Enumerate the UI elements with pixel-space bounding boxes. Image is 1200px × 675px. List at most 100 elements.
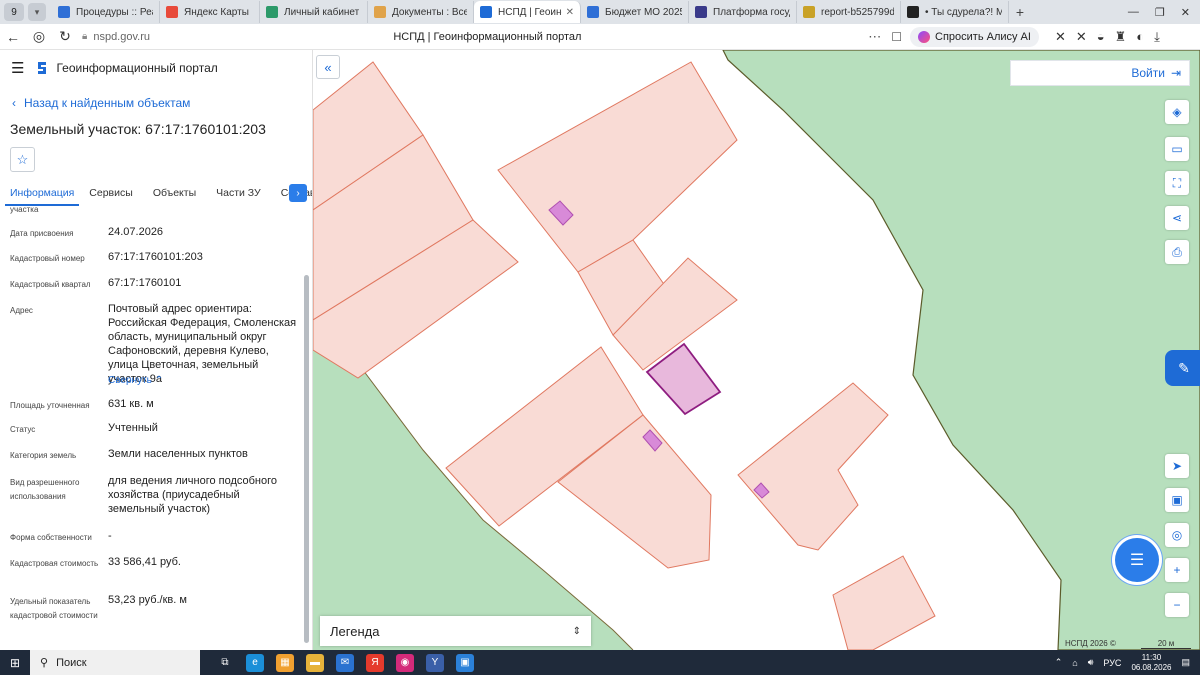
browser-tab[interactable]: Платформа государс (689, 1, 797, 23)
back-arrow-icon[interactable]: ← (0, 29, 26, 45)
property-label: Удельный показатель кадастровой стоимост… (10, 597, 98, 620)
star-icon: ☆ (16, 151, 29, 167)
url-field[interactable]: 🔒︎ nspd.gov.ru НСПД | Геоинформационный … (82, 27, 902, 47)
panel-scrollbar[interactable] (304, 275, 309, 643)
scale-bar: 20 м (1141, 639, 1191, 649)
back-to-results-link[interactable]: ‹ Назад к найденным объектам (12, 96, 190, 110)
tab-favicon-icon (587, 6, 599, 18)
favorite-button[interactable]: ☆ (10, 147, 35, 172)
share-button[interactable]: ⋖ (1165, 206, 1189, 230)
property-label: Дата присвоения (10, 229, 74, 238)
object-title: Земельный участок: 67:17:1760101:203 (10, 121, 266, 137)
tab-objects[interactable]: Объекты (143, 182, 206, 206)
menu-icon[interactable]: ☰ (11, 59, 24, 77)
tab-list-chevron-icon[interactable]: ▾ (28, 3, 46, 21)
maximize-icon[interactable]: ❐ (1155, 6, 1165, 19)
tab-count-badge[interactable]: 9 (4, 3, 24, 21)
search-icon: ⚲ (40, 657, 49, 669)
print-button[interactable]: ⎙ (1165, 240, 1189, 264)
alice-icon (918, 30, 930, 43)
extension-icon[interactable]: ◒ (1097, 29, 1105, 45)
tab-favicon-icon (480, 6, 492, 18)
new-tab-button[interactable]: + (1009, 4, 1031, 20)
yandex-protect-icon[interactable]: ◎ (26, 28, 52, 45)
yandex-icon[interactable]: Я (366, 653, 384, 672)
edge-icon[interactable]: e (246, 653, 264, 672)
windows-start-icon[interactable]: ⊞ (0, 656, 30, 670)
collapse-panel-button[interactable]: « (316, 55, 340, 79)
task-view-icon[interactable]: ⧉ (216, 654, 234, 672)
tabs-next-button[interactable]: › (289, 184, 307, 202)
cadastral-map[interactable]: « Войти ⇥ ◈ ▭ ⛶ ⋖ ⎙ ✎ ➤ ▣ ◎ ☰ + − Легенд… (313, 50, 1200, 650)
zoom-out-button[interactable]: − (1165, 593, 1189, 617)
parcel (737, 382, 889, 551)
volume-icon[interactable]: 🔊︎ (1088, 657, 1094, 668)
layers-button[interactable]: ◈ (1165, 100, 1189, 124)
extension-icon[interactable]: ✕ (1076, 29, 1087, 45)
yandex-browser-icon[interactable]: Y (426, 653, 444, 672)
browser-tab[interactable]: Яндекс Карты (160, 1, 260, 23)
pin-icon: ◎ (1171, 528, 1183, 542)
legend-dropdown[interactable]: Легенда ⇕ (320, 616, 591, 646)
clock-date: 06.08.2026 (1131, 662, 1172, 672)
measure-button[interactable]: ▭ (1165, 137, 1189, 161)
property-value: 53,23 руб./кв. м (108, 594, 187, 606)
clock-time: 11:30 (1141, 652, 1162, 662)
collapse-link[interactable]: Свернуть ⌃ (108, 373, 298, 388)
properties-list: участка Дата присвоения 24.07.2026 Кадас… (0, 205, 300, 645)
clock[interactable]: 11:30 06.08.2026 (1131, 653, 1171, 673)
minimap-button[interactable]: ▣ (1165, 488, 1189, 512)
chat-button[interactable]: ☰ (1115, 538, 1159, 582)
browser-tab[interactable]: • Ты сдурела?! Мне н (901, 1, 1009, 23)
close-tab-icon[interactable]: ✕ (566, 7, 574, 18)
extension-icon[interactable]: ◐ (1136, 29, 1144, 45)
print-icon: ⎙ (1172, 244, 1182, 259)
tab-parts[interactable]: Части ЗУ (206, 182, 271, 206)
app-window-icon[interactable]: ▣ (456, 653, 474, 672)
tab-title: Бюджет МО 2025г 24 (605, 6, 682, 18)
mail-icon[interactable]: ✉ (336, 653, 354, 672)
chat-icon: ☰ (1129, 552, 1145, 569)
app-icon[interactable]: ◉ (396, 653, 414, 672)
feedback-icon: ✎ (1178, 359, 1190, 376)
property-label: Адрес (10, 306, 33, 315)
extension-icon[interactable]: ✕ (1055, 29, 1066, 45)
login-button[interactable]: Войти ⇥ (1010, 60, 1190, 86)
browser-tab[interactable]: Документы : Все док (368, 1, 474, 23)
notifications-icon[interactable]: ▤ (1181, 657, 1190, 668)
network-icon[interactable]: ⌂ (1072, 658, 1077, 668)
parcel (497, 61, 738, 273)
browser-tab[interactable]: Процедуры :: Реализ (52, 1, 160, 23)
alice-ai-button[interactable]: Спросить Алису AI (910, 26, 1039, 47)
double-chevron-left-icon: « (324, 59, 332, 75)
taskbar-search[interactable]: ⚲ Поиск (30, 650, 200, 675)
downloads-icon[interactable]: ⤓ (1154, 29, 1160, 45)
map-canvas[interactable] (313, 50, 1200, 650)
more-icon[interactable]: ⋯ (868, 29, 881, 45)
locate-button[interactable]: ➤ (1165, 454, 1189, 478)
extension-icon[interactable]: ♜ (1115, 29, 1127, 45)
zoom-in-button[interactable]: + (1165, 558, 1189, 582)
browser-tab[interactable]: report-b525799d-bf5 (797, 1, 901, 23)
browser-tab[interactable]: НСПД | Геоинформ ✕ (474, 1, 581, 23)
url-text[interactable]: nspd.gov.ru (93, 31, 393, 43)
tray-chevron-icon[interactable]: ⌃ (1055, 657, 1063, 668)
store-icon[interactable]: ▦ (276, 653, 294, 672)
property-label: участка (10, 205, 39, 214)
bookmark-icon[interactable]: ☐ (891, 30, 902, 44)
select-area-button[interactable]: ⛶ (1165, 171, 1189, 195)
reload-icon[interactable]: ↻ (52, 28, 78, 45)
browser-tab[interactable]: Личный кабинет (260, 1, 368, 23)
minimize-icon[interactable]: — (1128, 6, 1139, 19)
language-indicator[interactable]: РУС (1103, 658, 1121, 668)
tab-title: • Ты сдурела?! Мне н (925, 6, 1002, 18)
browser-tab[interactable]: Бюджет МО 2025г 24 (581, 1, 689, 23)
property-value: для ведения личного подсобного хозяйства… (108, 475, 278, 515)
explorer-icon[interactable]: ▬ (306, 653, 324, 672)
feedback-button[interactable]: ✎ (1165, 350, 1200, 386)
close-window-icon[interactable]: ✕ (1181, 6, 1190, 19)
search-place-button[interactable]: ◎ (1165, 523, 1189, 547)
share-icon: ⋖ (1171, 211, 1183, 225)
minimap-icon: ▣ (1171, 493, 1183, 507)
property-label: Кадастровый номер (10, 254, 85, 263)
